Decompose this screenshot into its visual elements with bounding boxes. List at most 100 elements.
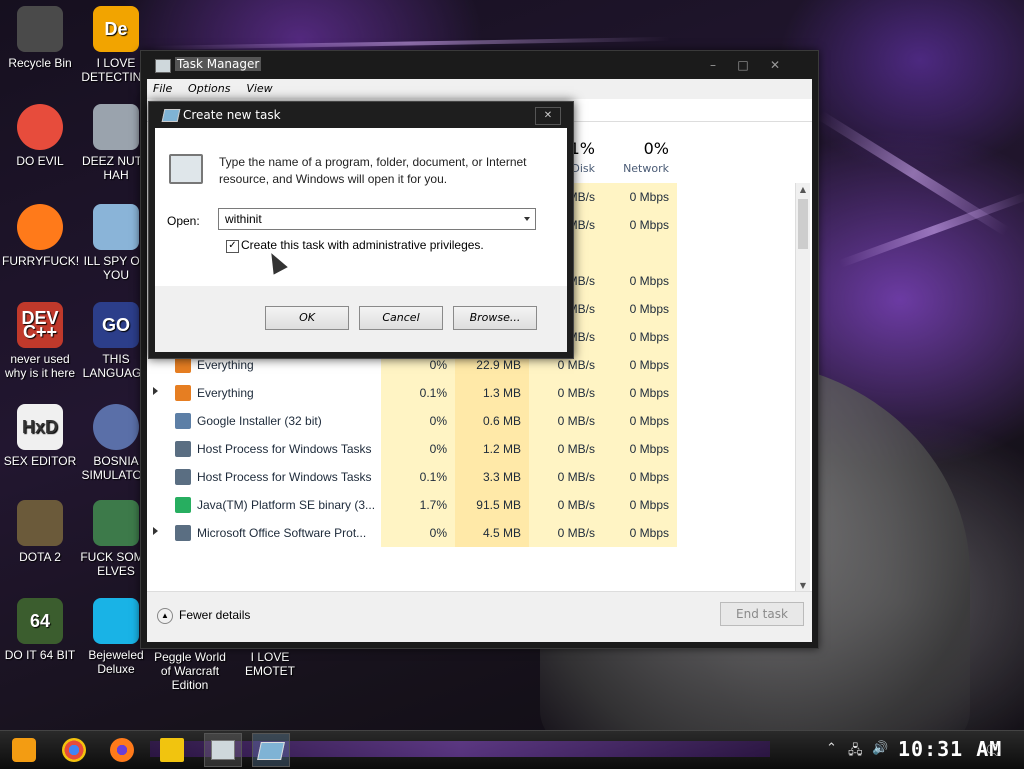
- desktop-icon-label: DO IT 64 BIT: [4, 648, 76, 662]
- bejeweled-icon: [93, 598, 139, 644]
- firefox-taskbar-icon[interactable]: [110, 738, 134, 762]
- ok-button[interactable]: OK: [265, 306, 349, 330]
- network-cell: 0 Mbps: [603, 491, 677, 519]
- process-name: Everything: [197, 386, 254, 400]
- golang-icon: GO: [93, 302, 139, 348]
- table-row[interactable]: Microsoft Office Software Prot... 0% 4.5 M…: [147, 519, 795, 547]
- process-icon: [175, 469, 191, 485]
- network-cell: 0 Mbps: [603, 379, 677, 407]
- network-label: Network: [623, 162, 669, 175]
- network-cell: 0 Mbps: [603, 267, 677, 295]
- spy-icon: [93, 204, 139, 250]
- table-row[interactable]: Everything 0.1% 1.3 MB 0 MB/s 0 Mbps: [147, 379, 795, 407]
- run-taskbar-item[interactable]: [252, 733, 290, 767]
- process-list-scrollbar[interactable]: ▲ ▼: [795, 183, 810, 593]
- network-percent: 0%: [643, 139, 669, 158]
- disk-cell: 0 MB/s: [529, 407, 603, 435]
- scroll-up-icon[interactable]: ▲: [798, 185, 808, 195]
- desktop-icon-label: DO EVIL: [16, 154, 64, 168]
- minimize-button[interactable]: –: [699, 55, 727, 75]
- run-program-icon: [169, 154, 203, 184]
- disk-cell: 0 MB/s: [529, 491, 603, 519]
- chrome-taskbar-icon[interactable]: [62, 738, 86, 762]
- menu-view[interactable]: View: [240, 79, 278, 98]
- desktop-icon-devcpp[interactable]: DEV C++ never used why is it here: [2, 302, 78, 380]
- table-row[interactable]: Host Process for Windows Tasks 0.1% 3.3 MB…: [147, 463, 795, 491]
- cpu-cell: 0%: [381, 407, 455, 435]
- task-manager-taskbar-item[interactable]: [204, 733, 242, 767]
- network-cell: 0 Mbps: [603, 323, 677, 351]
- start-button[interactable]: [12, 738, 36, 762]
- close-button[interactable]: ✕: [761, 55, 789, 75]
- memory-cell: 4.5 MB: [455, 519, 529, 547]
- network-icon[interactable]: 🖧: [848, 741, 863, 763]
- process-icon: [175, 385, 191, 401]
- chevron-down-icon[interactable]: [524, 217, 530, 221]
- end-task-button[interactable]: End task: [720, 602, 804, 626]
- process-name: Everything: [197, 358, 254, 372]
- tray-chevron-up-icon[interactable]: ⌃: [826, 741, 837, 756]
- dota-icon: [17, 500, 63, 546]
- memory-cell: 1.2 MB: [455, 435, 529, 463]
- desktop-icon-emotet[interactable]: I LOVE EMOTET: [230, 650, 310, 678]
- desktop-icon-recycle[interactable]: Recycle Bin: [2, 6, 78, 70]
- desktop-icon-chrome[interactable]: DO EVIL: [2, 104, 78, 168]
- notification-icon[interactable]: 🗨: [984, 741, 1003, 759]
- browse-button[interactable]: Browse...: [453, 306, 537, 330]
- desktop-icon-firefox[interactable]: FURRYFUCK!: [2, 204, 78, 268]
- admin-privileges-checkbox[interactable]: ✓: [226, 240, 239, 253]
- process-name: Google Installer (32 bit): [197, 414, 322, 428]
- chevron-up-icon: ▲: [157, 608, 173, 624]
- disk-cell: 0 MB/s: [529, 463, 603, 491]
- expand-arrow-icon[interactable]: [153, 387, 158, 395]
- scrollbar-thumb[interactable]: [798, 199, 808, 249]
- desktop-icon-peggle[interactable]: Peggle World of Warcraft Edition: [150, 650, 230, 692]
- table-row[interactable]: Host Process for Windows Tasks 0% 1.2 MB 0 …: [147, 435, 795, 463]
- network-cell: 0 Mbps: [603, 295, 677, 323]
- task-manager-titlebar[interactable]: Task Manager – □ ✕: [141, 51, 818, 79]
- task-manager-menubar: File Options View: [147, 79, 812, 99]
- desktop-icon-dota[interactable]: DOTA 2: [2, 500, 78, 564]
- recycle-icon: [17, 6, 63, 52]
- dialog-description: Type the name of a program, folder, docu…: [219, 155, 527, 186]
- cpu-cell: 0%: [381, 435, 455, 463]
- table-row[interactable]: Google Installer (32 bit) 0% 0.6 MB 0 MB/s 0…: [147, 407, 795, 435]
- dialog-titlebar[interactable]: Create new task ✕: [149, 102, 573, 128]
- process-icon: [175, 357, 191, 373]
- scroll-down-icon[interactable]: ▼: [798, 581, 808, 591]
- process-name: Host Process for Windows Tasks: [197, 470, 372, 484]
- volume-icon[interactable]: 🔊: [872, 741, 888, 756]
- network-cell: 0 Mbps: [603, 407, 677, 435]
- maximize-button[interactable]: □: [729, 55, 757, 75]
- dialog-button-bar: OK Cancel Browse...: [155, 286, 567, 352]
- desktop-icon-hxd[interactable]: HxD SEX EDITOR: [2, 404, 78, 468]
- task-manager-taskbar-icon: [211, 740, 235, 760]
- memory-cell: 1.3 MB: [455, 379, 529, 407]
- elves-icon: [93, 500, 139, 546]
- cpu-cell: 0.1%: [381, 463, 455, 491]
- desktop-icon-label: never used why is it here: [4, 352, 76, 380]
- dialog-title: Create new task: [183, 108, 281, 122]
- desktop-icon-label: Bejeweled Deluxe: [88, 648, 144, 676]
- table-row[interactable]: Java(TM) Platform SE binary (3... 1.7% 91.…: [147, 491, 795, 519]
- open-combobox[interactable]: withinit: [218, 208, 536, 230]
- fewer-details-button[interactable]: ▲ Fewer details: [157, 608, 250, 624]
- network-cell: 0 Mbps: [603, 519, 677, 547]
- expand-arrow-icon[interactable]: [153, 527, 158, 535]
- menu-options[interactable]: Options: [182, 79, 236, 98]
- disk-cell: 0 MB/s: [529, 435, 603, 463]
- dialog-close-button[interactable]: ✕: [535, 107, 561, 125]
- disk-cell: 0 MB/s: [529, 519, 603, 547]
- cancel-button[interactable]: Cancel: [359, 306, 443, 330]
- network-cell: [603, 239, 677, 267]
- menu-file[interactable]: File: [147, 79, 178, 98]
- open-label: Open:: [167, 214, 200, 228]
- run-icon: [161, 109, 181, 122]
- file-explorer-taskbar-icon[interactable]: [160, 738, 184, 762]
- desktop-icon-label: I LOVE EMOTET: [245, 650, 295, 678]
- create-new-task-dialog[interactable]: Create new task ✕ Type the name of a pro…: [148, 101, 574, 359]
- chrome-icon: [17, 104, 63, 150]
- column-network-header[interactable]: 0% Network: [603, 139, 677, 183]
- desktop-icon-do64[interactable]: 64 DO IT 64 BIT: [2, 598, 78, 662]
- process-name: Java(TM) Platform SE binary (3...: [197, 498, 376, 512]
